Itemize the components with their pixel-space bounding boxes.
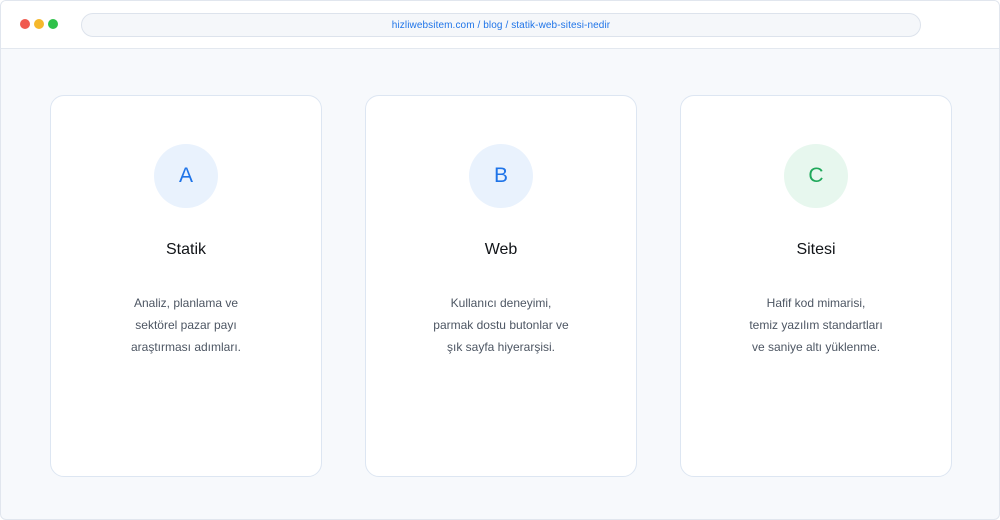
feature-card-statik: A Statik Analiz, planlama ve sektörel pa… bbox=[50, 95, 322, 477]
card-description-line: şık sayfa hiyerarşisi. bbox=[446, 340, 556, 354]
card-description-line: temiz yazılım standartları bbox=[749, 318, 883, 332]
card-description-line: Kullanıcı deneyimi, bbox=[450, 296, 552, 310]
feature-card-web: B Web Kullanıcı deneyimi, parmak dostu b… bbox=[365, 95, 637, 477]
card-description-line: parmak dostu butonlar ve bbox=[433, 318, 569, 332]
card-description: Analiz, planlama ve sektörel pazar payı … bbox=[51, 292, 321, 358]
card-title: Sitesi bbox=[796, 241, 836, 258]
maximize-window-dot[interactable] bbox=[48, 19, 58, 29]
card-description-line: ve saniye altı yüklenme. bbox=[751, 340, 881, 354]
card-description-line: araştırması adımları. bbox=[130, 340, 242, 354]
close-window-dot[interactable] bbox=[20, 19, 30, 29]
card-letter: A bbox=[178, 164, 193, 187]
card-description: Hafif kod mimarisi, temiz yazılım standa… bbox=[681, 292, 951, 358]
card-description-line: sektörel pazar payı bbox=[135, 318, 237, 332]
browser-titlebar: hizliwebsitem.com / blog / statik-web-si… bbox=[1, 1, 999, 49]
address-url: hizliwebsitem.com / blog / statik-web-si… bbox=[391, 19, 611, 31]
card-letter-badge: B bbox=[469, 144, 533, 208]
card-title: Web bbox=[484, 241, 518, 258]
card-letter: B bbox=[493, 164, 508, 187]
card-description: Kullanıcı deneyimi, parmak dostu butonla… bbox=[366, 292, 636, 358]
card-title: Statik bbox=[165, 241, 206, 258]
card-description-line: Analiz, planlama ve bbox=[133, 296, 239, 310]
address-bar[interactable]: hizliwebsitem.com / blog / statik-web-si… bbox=[81, 13, 921, 37]
feature-card-sitesi: C Sitesi Hafif kod mimarisi, temiz yazıl… bbox=[680, 95, 952, 477]
browser-window: hizliwebsitem.com / blog / statik-web-si… bbox=[0, 0, 1000, 520]
card-description-line: Hafif kod mimarisi, bbox=[766, 296, 866, 310]
minimize-window-dot[interactable] bbox=[34, 19, 44, 29]
card-letter-badge: A bbox=[154, 144, 218, 208]
card-letter: C bbox=[808, 164, 824, 187]
card-letter-badge: C bbox=[784, 144, 848, 208]
page-content: A Statik Analiz, planlama ve sektörel pa… bbox=[1, 49, 999, 519]
